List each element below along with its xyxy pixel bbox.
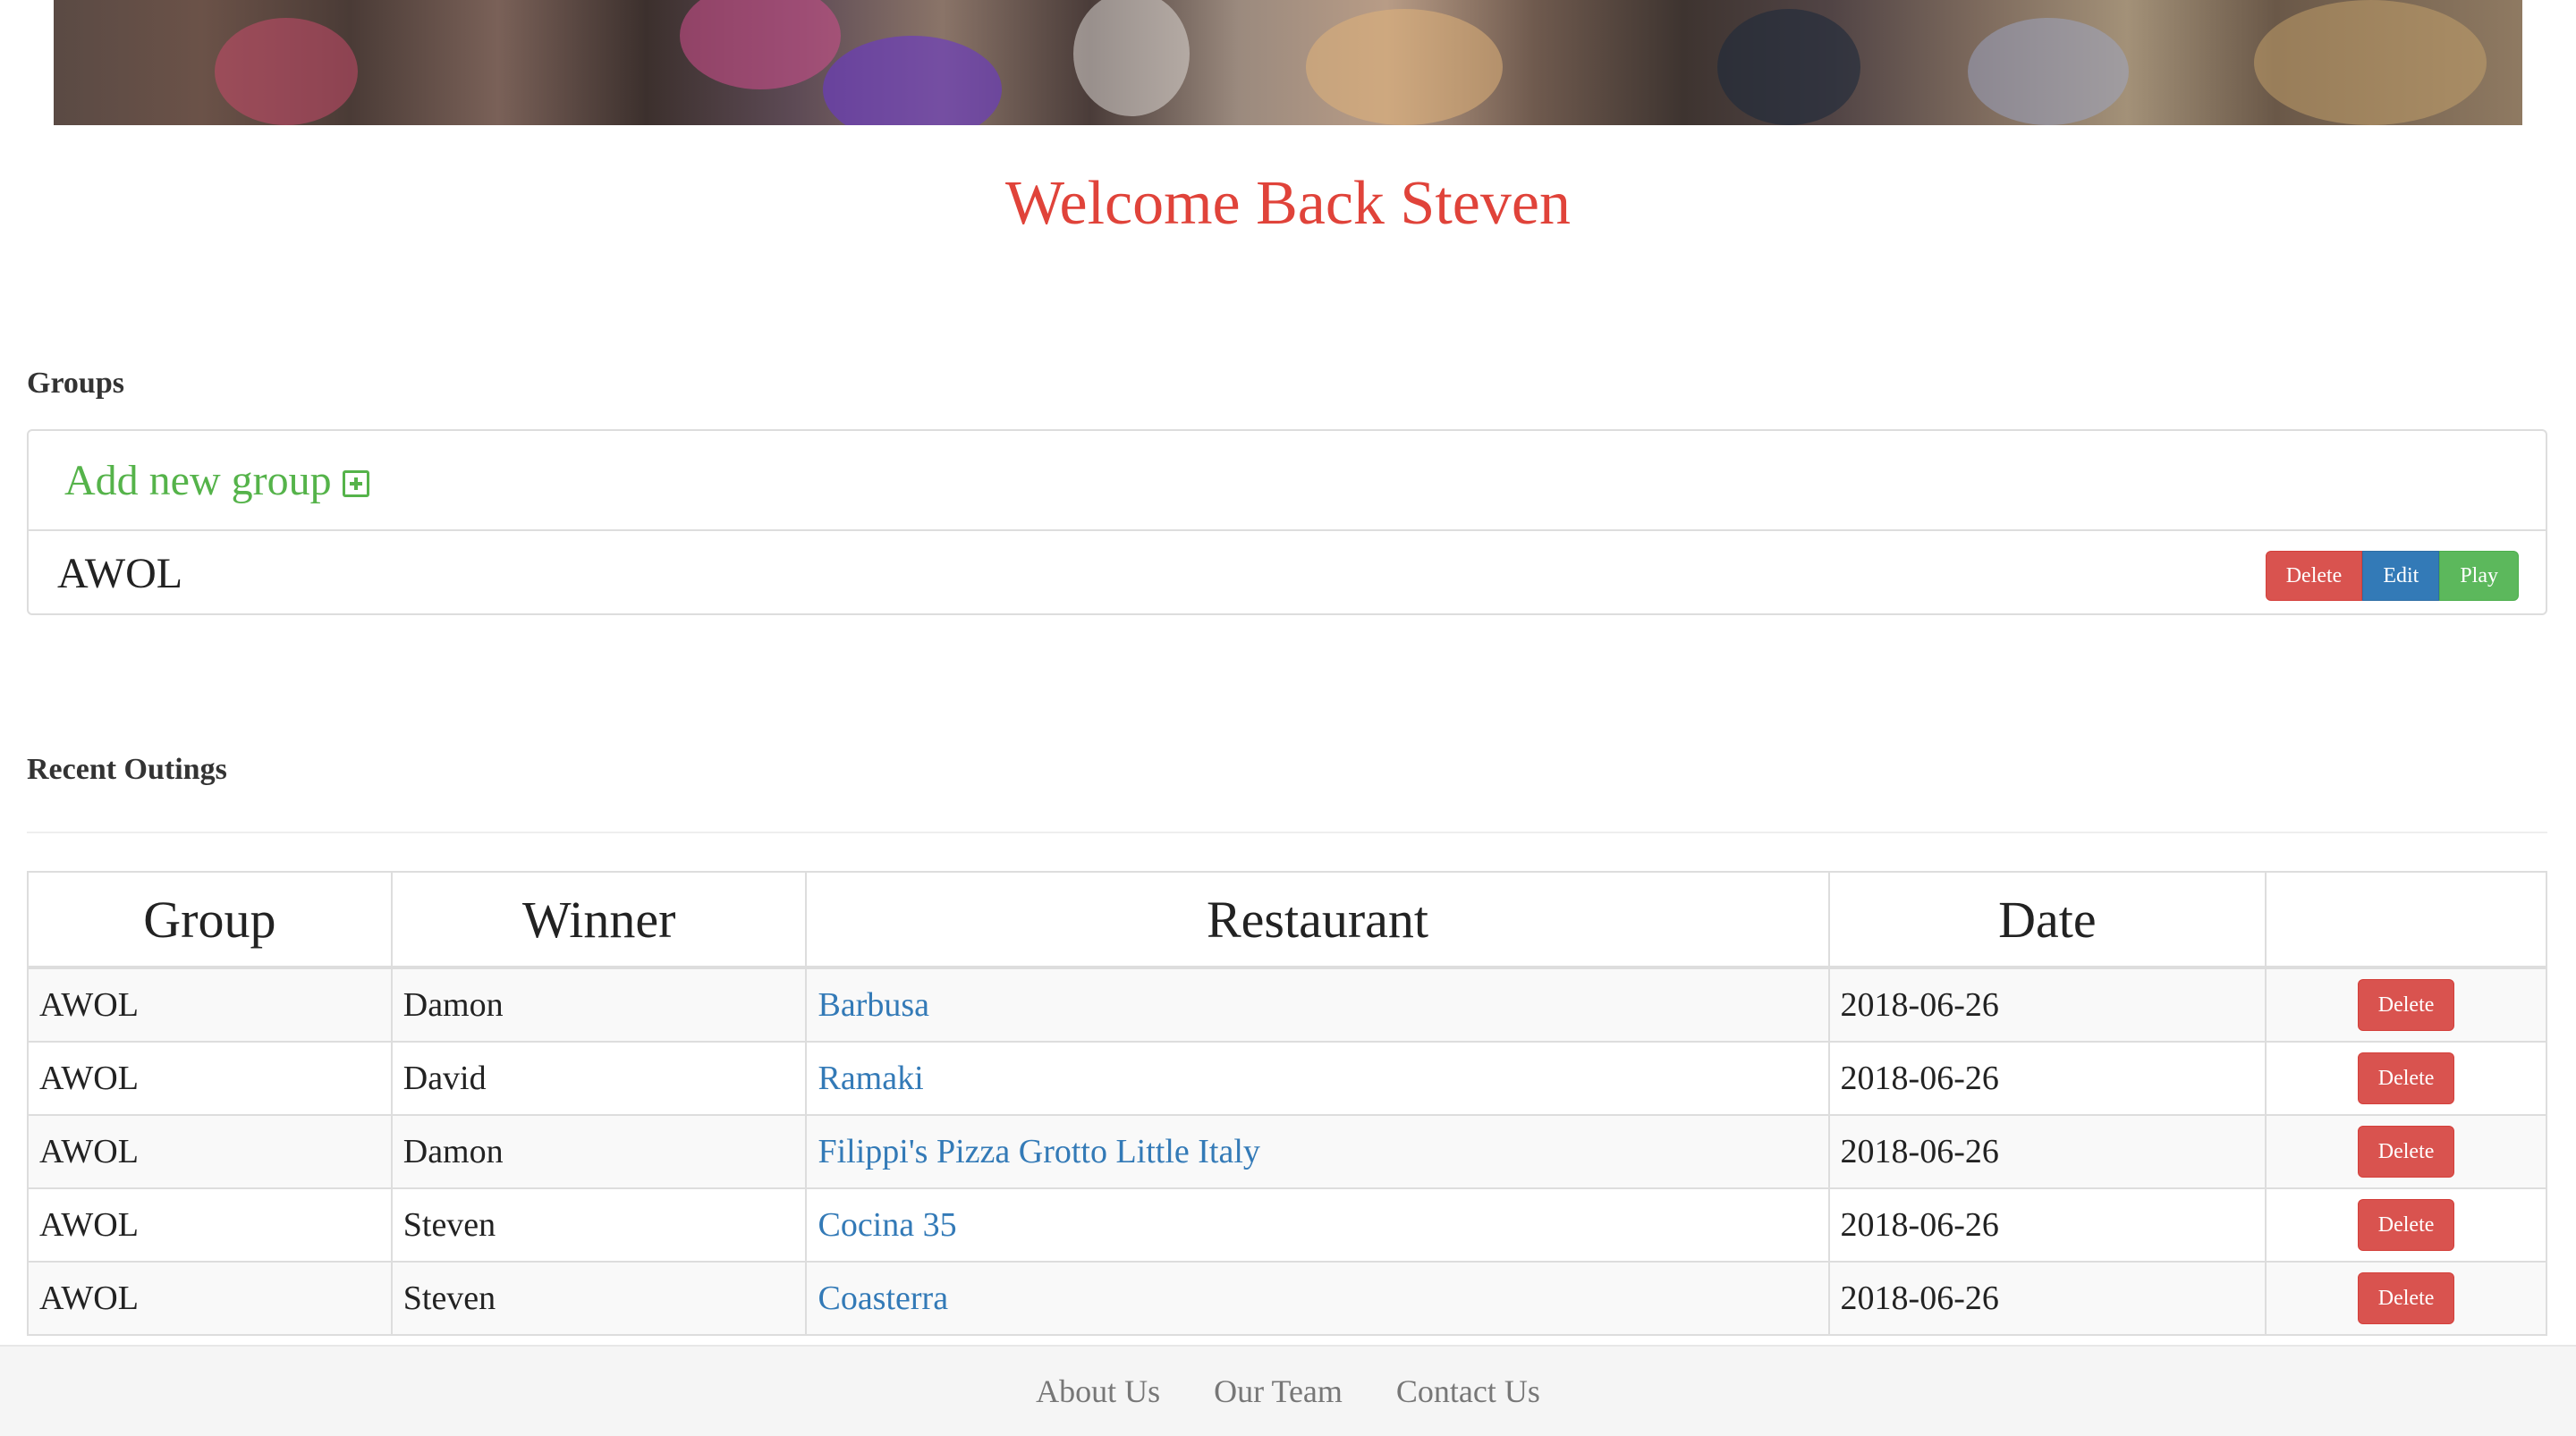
cell-action: Delete — [2265, 1261, 2547, 1336]
cell-group: AWOL — [27, 1114, 393, 1189]
cell-action: Delete — [2265, 1114, 2547, 1189]
restaurant-link[interactable]: Filippi's Pizza Grotto Little Italy — [805, 1114, 1830, 1189]
cell-group: AWOL — [27, 967, 393, 1043]
cell-date: 2018-06-26 — [1827, 1187, 2267, 1263]
add-new-group-label: Add new group — [64, 457, 332, 504]
restaurant-link[interactable]: Ramaki — [805, 1041, 1830, 1116]
group-row: AWOL Delete Edit Play — [29, 531, 2546, 615]
cell-winner: Damon — [390, 967, 808, 1043]
column-header-restaurant: Restaurant — [805, 871, 1830, 969]
column-header-group: Group — [27, 871, 393, 969]
recent-outings-heading: Recent Outings — [27, 753, 227, 786]
cell-action: Delete — [2265, 967, 2547, 1043]
add-new-group-link[interactable]: Add new group — [64, 456, 369, 505]
footer-link-our-team[interactable]: Our Team — [1214, 1373, 1343, 1410]
cell-date: 2018-06-26 — [1827, 1261, 2267, 1336]
footer-link-contact-us[interactable]: Contact Us — [1396, 1373, 1540, 1410]
groups-panel: Add new group AWOL Delete Edit Play — [27, 429, 2547, 615]
group-name: AWOL — [57, 550, 183, 597]
column-header-date: Date — [1827, 871, 2267, 969]
delete-outing-button[interactable]: Delete — [2358, 1052, 2455, 1104]
cell-winner: Damon — [390, 1114, 808, 1189]
cell-action: Delete — [2265, 1041, 2547, 1116]
cell-action: Delete — [2265, 1187, 2547, 1263]
add-group-row: Add new group — [29, 431, 2546, 531]
welcome-heading: Welcome Back Steven — [1005, 169, 1571, 238]
delete-outing-button[interactable]: Delete — [2358, 979, 2455, 1031]
cell-date: 2018-06-26 — [1827, 1114, 2267, 1189]
cell-date: 2018-06-26 — [1827, 967, 2267, 1043]
delete-outing-button[interactable]: Delete — [2358, 1199, 2455, 1251]
table-row: AWOL Steven Coasterra 2018-06-26 Delete — [27, 1261, 2547, 1336]
section-divider — [27, 832, 2547, 833]
table-row: AWOL Damon Barbusa 2018-06-26 Delete — [27, 967, 2547, 1043]
cell-group: AWOL — [27, 1261, 393, 1336]
group-actions: Delete Edit Play — [2265, 551, 2519, 601]
footer-link-about-us[interactable]: About Us — [1036, 1373, 1160, 1410]
delete-group-button[interactable]: Delete — [2265, 551, 2363, 601]
table-row: AWOL Steven Cocina 35 2018-06-26 Delete — [27, 1187, 2547, 1263]
restaurant-link[interactable]: Barbusa — [805, 967, 1830, 1043]
table-row: AWOL Damon Filippi's Pizza Grotto Little… — [27, 1114, 2547, 1189]
column-header-winner: Winner — [390, 871, 808, 969]
groups-heading: Groups — [27, 367, 124, 400]
cell-winner: Steven — [390, 1187, 808, 1263]
cell-group: AWOL — [27, 1187, 393, 1263]
footer-nav: About Us Our Team Contact Us — [0, 1345, 2576, 1436]
restaurant-link[interactable]: Cocina 35 — [805, 1187, 1830, 1263]
restaurant-link[interactable]: Coasterra — [805, 1261, 1830, 1336]
cell-date: 2018-06-26 — [1827, 1041, 2267, 1116]
play-group-button[interactable]: Play — [2439, 551, 2519, 601]
hero-banner-image — [54, 0, 2522, 125]
cell-group: AWOL — [27, 1041, 393, 1116]
column-header-actions — [2265, 871, 2547, 969]
delete-outing-button[interactable]: Delete — [2358, 1126, 2455, 1178]
table-header-row: Group Winner Restaurant Date — [27, 871, 2547, 969]
plus-square-icon — [342, 469, 369, 497]
edit-group-button[interactable]: Edit — [2362, 551, 2440, 601]
recent-outings-table: Group Winner Restaurant Date AWOL Damon … — [27, 871, 2547, 1336]
table-row: AWOL David Ramaki 2018-06-26 Delete — [27, 1041, 2547, 1116]
cell-winner: Steven — [390, 1261, 808, 1336]
cell-winner: David — [390, 1041, 808, 1116]
delete-outing-button[interactable]: Delete — [2358, 1272, 2455, 1324]
